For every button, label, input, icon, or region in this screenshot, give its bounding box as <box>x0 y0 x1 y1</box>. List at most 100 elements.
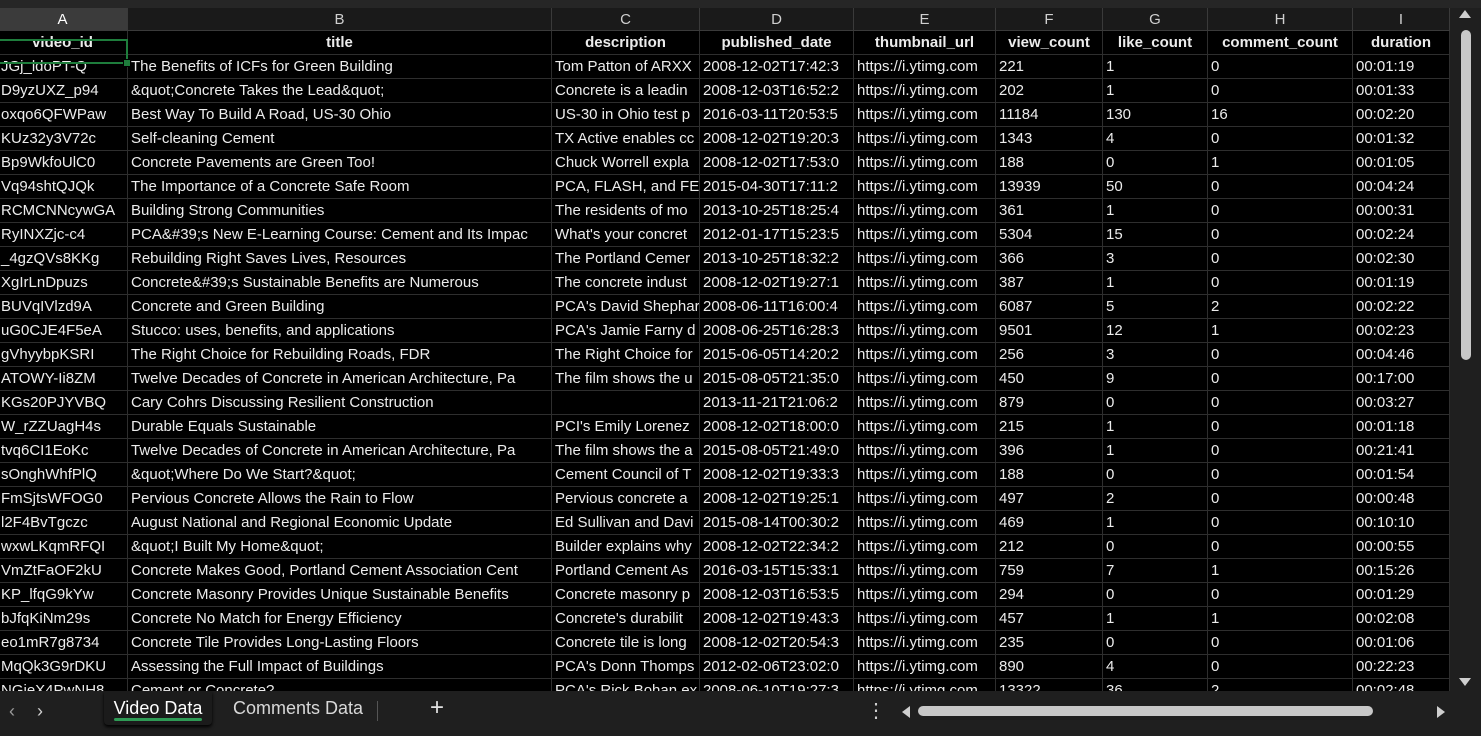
cell-thumbnail-url[interactable]: https://i.ytimg.com <box>854 151 996 175</box>
field-header-description[interactable]: description <box>552 31 700 55</box>
cell-title[interactable]: Concrete No Match for Energy Efficiency <box>128 607 552 631</box>
cell-title[interactable]: Twelve Decades of Concrete in American A… <box>128 367 552 391</box>
cell-description[interactable]: PCA's Jamie Farny d <box>552 319 700 343</box>
cell-like-count[interactable]: 0 <box>1103 151 1208 175</box>
cell-thumbnail-url[interactable]: https://i.ytimg.com <box>854 655 996 679</box>
cell-view-count[interactable]: 759 <box>996 559 1103 583</box>
cell-duration[interactable]: 00:02:20 <box>1353 103 1450 127</box>
horizontal-scroll-thumb[interactable] <box>918 706 1373 716</box>
cell-duration[interactable]: 00:01:19 <box>1353 55 1450 79</box>
cell-thumbnail-url[interactable]: https://i.ytimg.com <box>854 319 996 343</box>
cell-duration[interactable]: 00:00:48 <box>1353 487 1450 511</box>
column-letter-h[interactable]: H <box>1208 8 1353 31</box>
cell-description[interactable]: Chuck Worrell expla <box>552 151 700 175</box>
cell-published-date[interactable]: 2008-12-02T18:00:0 <box>700 415 854 439</box>
cell-like-count[interactable]: 1 <box>1103 199 1208 223</box>
cell-title[interactable]: Self-cleaning Cement <box>128 127 552 151</box>
cell-duration[interactable]: 00:01:54 <box>1353 463 1450 487</box>
cell-comment-count[interactable]: 0 <box>1208 511 1353 535</box>
cell-description[interactable]: Tom Patton of ARXX <box>552 55 700 79</box>
cell-thumbnail-url[interactable]: https://i.ytimg.com <box>854 415 996 439</box>
cell-comment-count[interactable]: 0 <box>1208 535 1353 559</box>
cell-published-date[interactable]: 2015-06-05T14:20:2 <box>700 343 854 367</box>
cell-view-count[interactable]: 294 <box>996 583 1103 607</box>
cell-comment-count[interactable]: 0 <box>1208 631 1353 655</box>
cell-view-count[interactable]: 188 <box>996 151 1103 175</box>
cell-comment-count[interactable]: 0 <box>1208 79 1353 103</box>
cell-title[interactable]: The Importance of a Concrete Safe Room <box>128 175 552 199</box>
cell-comment-count[interactable]: 0 <box>1208 655 1353 679</box>
cell-comment-count[interactable]: 0 <box>1208 439 1353 463</box>
field-header-view-count[interactable]: view_count <box>996 31 1103 55</box>
cell-video-id[interactable]: ATOWY-Ii8ZM <box>0 367 128 391</box>
cell-video-id[interactable]: _4gzQVs8KKg <box>0 247 128 271</box>
cell-duration[interactable]: 00:21:41 <box>1353 439 1450 463</box>
cell-duration[interactable]: 00:04:46 <box>1353 343 1450 367</box>
cell-like-count[interactable]: 3 <box>1103 343 1208 367</box>
cell-video-id[interactable]: RCMCNNcywGA <box>0 199 128 223</box>
cell-comment-count[interactable]: 0 <box>1208 583 1353 607</box>
cell-thumbnail-url[interactable]: https://i.ytimg.com <box>854 247 996 271</box>
cell-like-count[interactable]: 4 <box>1103 127 1208 151</box>
cell-duration[interactable]: 00:15:26 <box>1353 559 1450 583</box>
cell-duration[interactable]: 00:02:48 <box>1353 679 1450 691</box>
cell-like-count[interactable]: 15 <box>1103 223 1208 247</box>
cell-description[interactable]: The residents of mo <box>552 199 700 223</box>
cell-description[interactable]: The Right Choice for <box>552 343 700 367</box>
cell-video-id[interactable]: l2F4BvTgczc <box>0 511 128 535</box>
cell-description[interactable]: The film shows the u <box>552 367 700 391</box>
cell-view-count[interactable]: 890 <box>996 655 1103 679</box>
cell-published-date[interactable]: 2008-06-25T16:28:3 <box>700 319 854 343</box>
cell-like-count[interactable]: 5 <box>1103 295 1208 319</box>
cell-like-count[interactable]: 1 <box>1103 607 1208 631</box>
cell-title[interactable]: Concrete and Green Building <box>128 295 552 319</box>
cell-description[interactable] <box>552 391 700 415</box>
cell-comment-count[interactable]: 0 <box>1208 175 1353 199</box>
cell-duration[interactable]: 00:22:23 <box>1353 655 1450 679</box>
cell-title[interactable]: Concrete Pavements are Green Too! <box>128 151 552 175</box>
tab-comments-data[interactable]: Comments Data <box>224 691 372 725</box>
cell-thumbnail-url[interactable]: https://i.ytimg.com <box>854 679 996 691</box>
cell-comment-count[interactable]: 0 <box>1208 487 1353 511</box>
cell-view-count[interactable]: 361 <box>996 199 1103 223</box>
cell-duration[interactable]: 00:00:55 <box>1353 535 1450 559</box>
cell-like-count[interactable]: 36 <box>1103 679 1208 691</box>
scroll-up-arrow-icon[interactable] <box>1459 10 1471 18</box>
cell-description[interactable]: Builder explains why <box>552 535 700 559</box>
field-header-published-date[interactable]: published_date <box>700 31 854 55</box>
cell-description[interactable]: PCA, FLASH, and FEN <box>552 175 700 199</box>
cell-like-count[interactable]: 12 <box>1103 319 1208 343</box>
cell-title[interactable]: Concrete Makes Good, Portland Cement Ass… <box>128 559 552 583</box>
cell-title[interactable]: Concrete Masonry Provides Unique Sustain… <box>128 583 552 607</box>
cell-thumbnail-url[interactable]: https://i.ytimg.com <box>854 583 996 607</box>
cell-description[interactable]: Cement Council of T <box>552 463 700 487</box>
cell-comment-count[interactable]: 0 <box>1208 55 1353 79</box>
cell-like-count[interactable]: 3 <box>1103 247 1208 271</box>
more-options-icon[interactable]: ⋮ <box>866 699 886 723</box>
cell-video-id[interactable]: uG0CJE4F5eA <box>0 319 128 343</box>
cell-thumbnail-url[interactable]: https://i.ytimg.com <box>854 391 996 415</box>
cell-description[interactable]: PCA's David Shephar <box>552 295 700 319</box>
cell-duration[interactable]: 00:01:32 <box>1353 127 1450 151</box>
cell-thumbnail-url[interactable]: https://i.ytimg.com <box>854 271 996 295</box>
cell-description[interactable]: What's your concret <box>552 223 700 247</box>
cell-published-date[interactable]: 2008-12-02T20:54:3 <box>700 631 854 655</box>
cell-title[interactable]: Pervious Concrete Allows the Rain to Flo… <box>128 487 552 511</box>
cell-video-id[interactable]: gVhyybpKSRI <box>0 343 128 367</box>
cell-video-id[interactable]: oxqo6QFWPaw <box>0 103 128 127</box>
cell-title[interactable]: Best Way To Build A Road, US-30 Ohio <box>128 103 552 127</box>
cell-description[interactable]: Concrete's durabilit <box>552 607 700 631</box>
column-letter-d[interactable]: D <box>700 8 854 31</box>
cell-like-count[interactable]: 1 <box>1103 439 1208 463</box>
cell-title[interactable]: Concrete&#39;s Sustainable Benefits are … <box>128 271 552 295</box>
cell-published-date[interactable]: 2008-12-02T17:53:0 <box>700 151 854 175</box>
cell-thumbnail-url[interactable]: https://i.ytimg.com <box>854 631 996 655</box>
cell-published-date[interactable]: 2008-12-02T22:34:2 <box>700 535 854 559</box>
field-header-like-count[interactable]: like_count <box>1103 31 1208 55</box>
cell-view-count[interactable]: 13939 <box>996 175 1103 199</box>
cell-video-id[interactable]: NGjeX4PwNH8 <box>0 679 128 691</box>
field-header-title[interactable]: title <box>128 31 552 55</box>
cell-comment-count[interactable]: 0 <box>1208 343 1353 367</box>
cell-title[interactable]: Cement or Concrete? <box>128 679 552 691</box>
cell-like-count[interactable]: 50 <box>1103 175 1208 199</box>
